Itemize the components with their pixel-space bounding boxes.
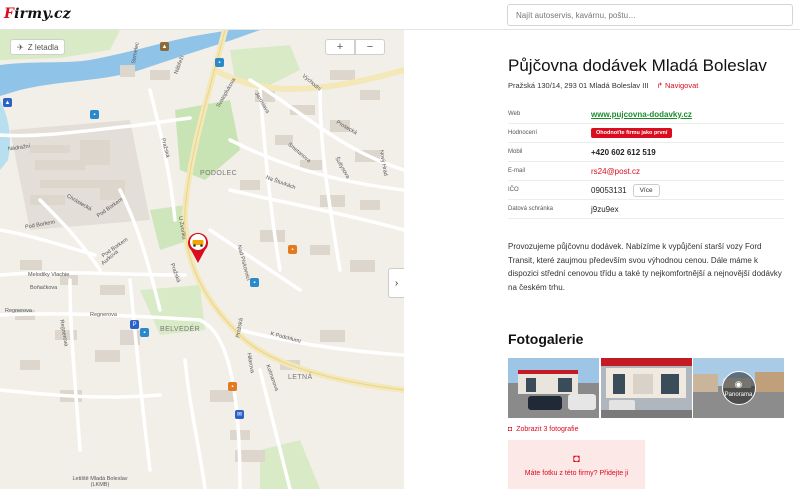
company-address-line: Pražská 130/14, 293 01 Mladá Boleslav II…: [508, 81, 698, 90]
search-input[interactable]: [507, 4, 793, 26]
rate-company-button[interactable]: Ohodnoťte firmu jako první: [591, 128, 673, 138]
map-label: Melodiky Vlachie: [28, 272, 70, 278]
castle-icon[interactable]: ▲: [160, 42, 169, 51]
gallery-title: Fotogalerie: [508, 331, 584, 347]
chevron-right-icon: ›: [394, 277, 399, 289]
info-row-databox: Datová schránka j9zu9ex: [508, 200, 784, 219]
website-link[interactable]: www.pujcovna-dodavky.cz: [591, 110, 692, 119]
gallery-panorama[interactable]: ◉ Panorama: [693, 358, 784, 418]
info-row-email: E-mail rs24@post.cz: [508, 162, 784, 181]
camera-icon: ◘: [508, 426, 513, 433]
info-row-ico: IČO 09053131 Více: [508, 181, 784, 200]
show-photos-link[interactable]: ◘ Zobrazit 3 fotografie: [508, 426, 579, 433]
zoom-out-button[interactable]: −: [355, 39, 385, 55]
parking-icon[interactable]: P: [130, 320, 139, 329]
email-link[interactable]: rs24@post.cz: [591, 167, 640, 176]
panorama-label: Panorama: [724, 391, 753, 398]
info-row-rating: Hodnocení Ohodnoťte firmu jako první: [508, 124, 784, 143]
panorama-badge: ◉ Panorama: [693, 358, 784, 418]
bus-stop-icon[interactable]: ▪: [215, 58, 224, 67]
map-label: Regnerova: [90, 312, 117, 318]
museum-icon[interactable]: ▲: [3, 98, 12, 107]
plane-icon: ✈: [17, 42, 24, 52]
bus-stop-icon[interactable]: ▪: [140, 328, 149, 337]
map-district-label: BELVEDÉR: [160, 326, 201, 333]
company-description: Provozujeme půjčovnu dodávek. Nabízíme k…: [508, 242, 782, 292]
map-label: Regnerova: [5, 308, 32, 314]
navigate-label: Navigovat: [665, 81, 699, 90]
company-address: Pražská 130/14, 293 01 Mladá Boleslav II…: [508, 81, 649, 90]
firmy-logo[interactable]: Firmy.cz: [4, 6, 71, 24]
zoom-in-button[interactable]: +: [325, 39, 355, 55]
navigate-link[interactable]: ↱ Navigovat: [657, 81, 699, 90]
company-location-pin[interactable]: [186, 230, 210, 269]
add-photo-label: Máte fotku z této firmy? Přidejte ji: [524, 469, 629, 477]
info-key: Hodnocení: [508, 130, 538, 136]
navigate-arrow-icon: ↱: [656, 81, 663, 90]
post-office-icon[interactable]: ✉: [235, 410, 244, 419]
info-key: Web: [508, 111, 521, 117]
bus-stop-icon[interactable]: ▪: [90, 110, 99, 119]
phone-number[interactable]: +420 602 612 519: [591, 148, 656, 157]
company-name: Půjčovna dodávek Mladá Boleslav: [508, 56, 767, 75]
bus-stop-icon[interactable]: ▪: [250, 278, 259, 287]
gallery-photo-2[interactable]: [601, 358, 692, 418]
gallery-photo-1[interactable]: [508, 358, 599, 418]
aerial-view-label: Z letadla: [27, 42, 59, 52]
aerial-view-button[interactable]: ✈ Z letadla: [10, 39, 66, 55]
ico-value: 09053131: [591, 185, 627, 195]
map-district-label: LETNÁ: [288, 374, 313, 381]
add-camera-icon: ◘: [573, 452, 580, 465]
map-label: Boňačkova: [30, 285, 58, 291]
info-key: Mobil: [508, 149, 523, 155]
map-label: Letiště Mladá Boleslav (LKMB): [72, 476, 128, 488]
add-photo-button[interactable]: ◘ Máte fotku z této firmy? Přidejte ji: [508, 440, 645, 489]
map-district-label: PODOLEC: [200, 170, 238, 177]
top-bar: Firmy.cz: [0, 0, 800, 30]
info-key: IČO: [508, 187, 519, 193]
databox-value: j9zu9ex: [591, 204, 619, 214]
map[interactable]: Nádražní Strmelec Pražská Nábřeží Svatop…: [0, 30, 404, 489]
info-key: E-mail: [508, 168, 526, 174]
info-row-phone: Mobil +420 602 612 519: [508, 143, 784, 162]
shop-icon[interactable]: ▪: [288, 245, 297, 254]
show-photos-label: Zobrazit 3 fotografie: [516, 426, 579, 433]
info-key: Datová schránka: [508, 206, 554, 212]
company-info-table: Web www.pujcovna-dodavky.cz Hodnocení Oh…: [508, 105, 784, 219]
info-row-web: Web www.pujcovna-dodavky.cz: [508, 105, 784, 124]
eye-icon: ◉: [734, 378, 743, 389]
company-detail-panel: Půjčovna dodávek Mladá Boleslav Pražská …: [404, 30, 800, 489]
collapse-map-button[interactable]: ›: [388, 268, 404, 298]
shop-icon[interactable]: ▪: [228, 382, 237, 391]
more-button[interactable]: Více: [632, 183, 660, 197]
